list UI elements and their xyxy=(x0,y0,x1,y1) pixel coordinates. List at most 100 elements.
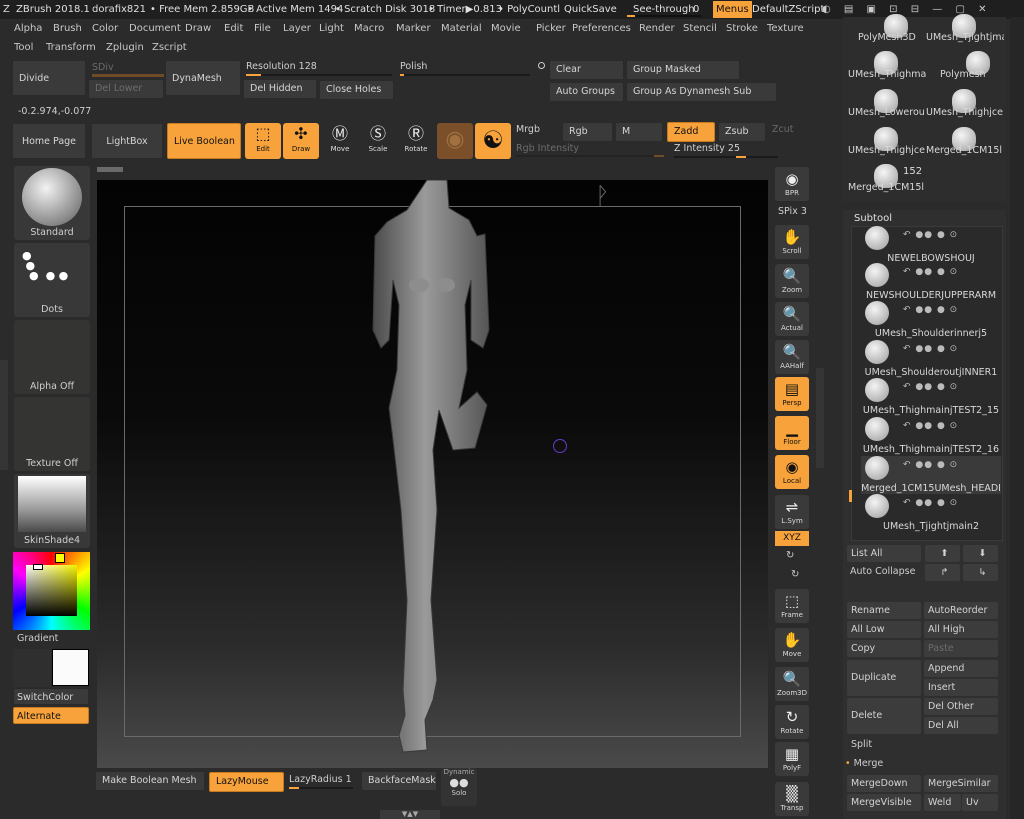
move-up-button[interactable]: ⬆ xyxy=(925,545,960,562)
menu-file[interactable]: File xyxy=(254,20,271,38)
menu-picker[interactable]: Picker xyxy=(536,20,566,38)
mergesimilar-button[interactable]: MergeSimilar xyxy=(924,775,998,792)
autoreorder-button[interactable]: AutoReorder xyxy=(924,602,998,619)
lazyradius-slider[interactable]: LazyRadius 1 xyxy=(287,772,357,790)
mrgb-button[interactable]: Mrgb xyxy=(516,124,540,135)
brush-selector[interactable]: Standard xyxy=(14,166,90,240)
subtool-item[interactable]: ↶ ●● ● ⊙ NEWSHOULDERJUPPERARM xyxy=(861,263,1001,301)
backfacemask-button[interactable]: BackfaceMask xyxy=(361,771,437,791)
resolution-slider[interactable]: Resolution 128 xyxy=(244,60,394,78)
subtool-item[interactable]: ↶ ●● ● ⊙ NEWELBOWSHOUJ xyxy=(861,226,1001,264)
seethrough-slider[interactable]: See-through 0 xyxy=(627,0,707,19)
sdiv-slider[interactable]: SDiv xyxy=(92,60,164,78)
menu-alpha[interactable]: Alpha xyxy=(14,20,42,38)
polyf-button[interactable]: ▦ PolyF xyxy=(775,742,809,776)
auto-groups-button[interactable]: Auto Groups xyxy=(549,82,624,102)
zoom3d-button[interactable]: 🔍 Zoom3D xyxy=(775,667,809,701)
subtool-toggles-icon[interactable]: ↶ ●● ● ⊙ xyxy=(903,421,958,431)
subtool-scrollbar[interactable] xyxy=(849,490,852,502)
rotate-button[interactable]: ↻ Rotate xyxy=(775,705,809,739)
alpha-selector[interactable]: Alpha Off xyxy=(14,320,90,394)
subtool-item[interactable]: ↶ ●● ● ⊙ UMesh_ShoulderoutjINNER1 xyxy=(861,340,1001,378)
polish-slider[interactable]: Polish xyxy=(398,60,545,78)
library-item[interactable]: Merged_1CM15l xyxy=(848,182,926,193)
menu-macro[interactable]: Macro xyxy=(354,20,384,38)
subtool-toggles-icon[interactable]: ↶ ●● ● ⊙ xyxy=(903,382,958,392)
all-low-button[interactable]: All Low xyxy=(847,621,921,638)
menu-material[interactable]: Material xyxy=(441,20,482,38)
menu-layer[interactable]: Layer xyxy=(283,20,311,38)
menu-stroke[interactable]: Stroke xyxy=(726,20,758,38)
menu-light[interactable]: Light xyxy=(319,20,344,38)
aahalf-button[interactable]: 🔍 AAHalf xyxy=(775,340,809,374)
all-high-button[interactable]: All High xyxy=(924,621,998,638)
menu-edit[interactable]: Edit xyxy=(224,20,243,38)
group-masked-button[interactable]: Group Masked xyxy=(626,60,740,80)
menu-transform[interactable]: Transform xyxy=(46,39,96,57)
secondary-color-swatch[interactable] xyxy=(13,649,51,687)
color-picker[interactable] xyxy=(13,552,90,630)
insert-button[interactable]: Insert xyxy=(924,679,998,696)
stroke-selector[interactable]: ● ● ● ● ● Dots xyxy=(14,243,90,317)
menu-tool[interactable]: Tool xyxy=(14,39,33,57)
bpr-button[interactable]: ◉ BPR xyxy=(775,167,809,201)
mergevisible-button[interactable]: MergeVisible xyxy=(847,794,921,811)
close-holes-button[interactable]: Close Holes xyxy=(319,80,394,100)
draw-button[interactable]: ✣ Draw xyxy=(283,123,319,159)
lazymouse-button[interactable]: LazyMouse xyxy=(209,772,284,792)
texture-selector[interactable]: Texture Off xyxy=(14,397,90,471)
zcut-button[interactable]: Zcut xyxy=(772,124,793,135)
xyz-button[interactable]: XYZ xyxy=(775,531,809,546)
viewport-canvas[interactable]: ᚹ xyxy=(97,180,768,768)
menu-preferences[interactable]: Preferences xyxy=(572,20,631,38)
right-scrollbar[interactable] xyxy=(1010,17,1024,819)
floor-button[interactable]: ▁ Floor xyxy=(775,416,809,450)
menu-draw[interactable]: Draw xyxy=(185,20,211,38)
library-item[interactable]: UMesh_Tjightjma xyxy=(926,32,1004,43)
del-other-button[interactable]: Del Other xyxy=(924,698,998,715)
scale-button[interactable]: Ⓢ Scale xyxy=(360,123,396,159)
menu-movie[interactable]: Movie xyxy=(491,20,521,38)
z-intensity-slider[interactable]: Z Intensity 25 xyxy=(672,142,782,160)
del-hidden-button[interactable]: Del Hidden xyxy=(243,79,317,99)
spix-label[interactable]: SPix 3 xyxy=(778,206,807,217)
del-all-button[interactable]: Del All xyxy=(924,717,998,734)
menu-render[interactable]: Render xyxy=(639,20,675,38)
move-down-button[interactable]: ⬇ xyxy=(963,545,998,562)
material-selector[interactable]: SkinShade4 xyxy=(14,474,90,548)
right-shelf-edge[interactable] xyxy=(816,368,824,468)
subtool-item[interactable]: ↶ ●● ● ⊙ UMesh_ThighmainjTEST2_16 xyxy=(861,417,1001,455)
duplicate-button[interactable]: Duplicate xyxy=(847,660,921,696)
weld-button[interactable]: Weld xyxy=(924,794,961,811)
home-page-button[interactable]: Home Page xyxy=(12,123,86,159)
color-picker-handle-icon[interactable] xyxy=(55,553,65,563)
library-item[interactable]: Merged_1CM15l xyxy=(926,145,1004,156)
merge-section[interactable]: • Merge xyxy=(845,758,883,769)
copy-button[interactable]: Copy xyxy=(847,640,921,657)
color-swatch-button[interactable]: ☯ xyxy=(475,123,511,159)
subtool-item[interactable]: ↶ ●● ● ⊙ UMesh_Tjightjmain2 xyxy=(861,494,1001,532)
subtool-toggles-icon[interactable]: ↶ ●● ● ⊙ xyxy=(903,305,958,315)
dynamic-solo-button[interactable]: Dynamic ●● Solo xyxy=(441,768,477,806)
library-item[interactable]: PolyMesh3D xyxy=(858,32,936,43)
menu-zplugin[interactable]: Zplugin xyxy=(106,39,144,57)
subtool-item[interactable]: ↶ ●● ● ⊙ UMesh_ThighmainjTEST2_15 xyxy=(861,378,1001,416)
lightbox-button[interactable]: LightBox xyxy=(91,123,163,159)
subtool-title[interactable]: Subtool xyxy=(854,213,892,224)
quicksave-button[interactable]: QuickSave xyxy=(564,0,617,19)
transp-button[interactable]: ▒ Transp xyxy=(775,782,809,816)
menu-color[interactable]: Color xyxy=(92,20,118,38)
menus-button[interactable]: Menus xyxy=(713,1,752,18)
scroll-button[interactable]: ✋ Scroll xyxy=(775,225,809,259)
make-boolean-mesh-button[interactable]: Make Boolean Mesh xyxy=(95,771,205,791)
del-lower-button[interactable]: Del Lower xyxy=(88,79,164,99)
move-button[interactable]: ✋ Move xyxy=(775,628,809,662)
subtool-toggles-icon[interactable]: ↶ ●● ● ⊙ xyxy=(903,267,958,277)
menu-texture[interactable]: Texture xyxy=(767,20,804,38)
frame-button[interactable]: ⬚ Frame xyxy=(775,589,809,623)
subtool-toggles-icon[interactable]: ↶ ●● ● ⊙ xyxy=(903,460,958,470)
menu-document[interactable]: Document xyxy=(129,20,181,38)
library-item[interactable]: UMesh_Thighma xyxy=(848,69,926,80)
primary-color-swatch[interactable] xyxy=(52,649,89,686)
rotate-axis2-icon[interactable]: ↻ xyxy=(791,569,799,580)
